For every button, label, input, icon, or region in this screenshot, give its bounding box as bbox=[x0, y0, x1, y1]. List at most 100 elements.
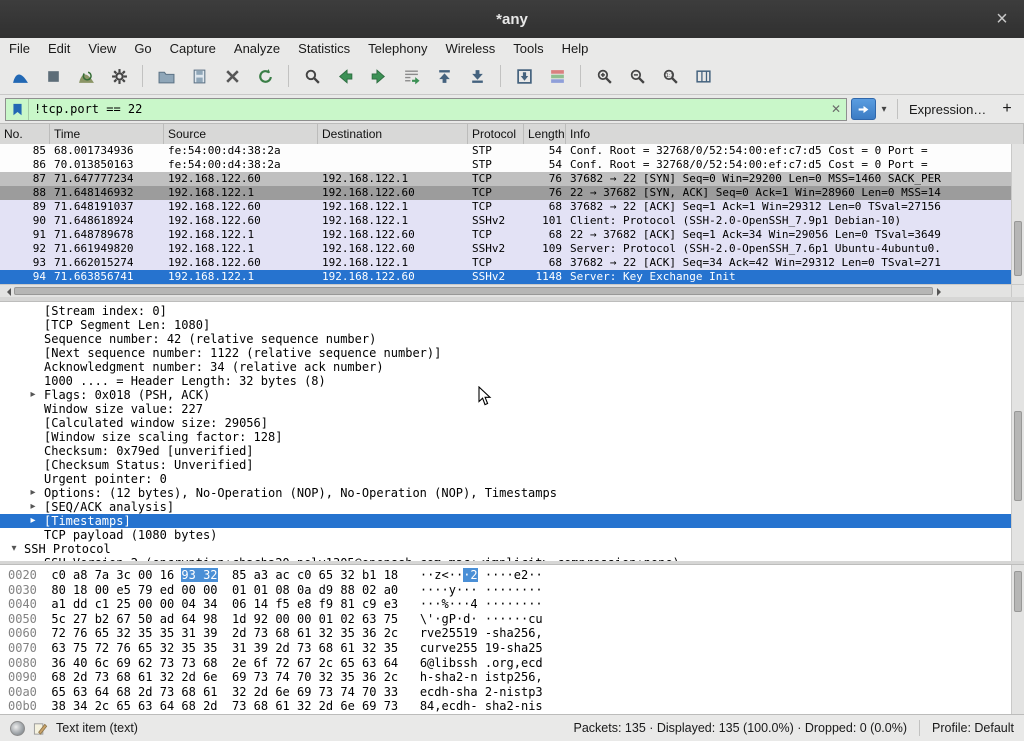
hscrollbar-thumb[interactable] bbox=[14, 287, 933, 295]
packet-row-87[interactable]: 8771.647777234192.168.122.60192.168.122.… bbox=[0, 172, 1011, 186]
expander-collapsed-icon[interactable]: ▸ bbox=[27, 514, 39, 528]
expander-collapsed-icon[interactable]: ▸ bbox=[27, 500, 39, 514]
column-header-destination[interactable]: Destination bbox=[318, 124, 468, 144]
scroll-left-icon[interactable] bbox=[3, 288, 11, 296]
colorize-button[interactable] bbox=[545, 64, 569, 88]
hex-row-00b0[interactable]: 00b0 38 34 2c 65 63 64 68 2d 73 68 61 32… bbox=[8, 699, 1011, 714]
hex-row-0070[interactable]: 0070 63 75 72 76 65 32 35 35 31 39 2d 73… bbox=[8, 641, 1011, 656]
filter-clear-icon[interactable]: ✕ bbox=[826, 102, 846, 116]
detail-line-5[interactable]: 1000 .... = Header Length: 32 bytes (8) bbox=[0, 374, 1011, 388]
column-header-info[interactable]: Info bbox=[566, 124, 1024, 144]
reload-file-button[interactable] bbox=[253, 64, 277, 88]
packet-row-86[interactable]: 8670.013850163fe:54:00:d4:38:2aSTP54Conf… bbox=[0, 158, 1011, 172]
expander-collapsed-icon[interactable]: ▸ bbox=[27, 486, 39, 500]
hex-row-0080[interactable]: 0080 36 40 6c 69 62 73 73 68 2e 6f 72 67… bbox=[8, 656, 1011, 671]
detail-line-7[interactable]: Window size value: 227 bbox=[0, 402, 1011, 416]
go-to-packet-button[interactable] bbox=[399, 64, 423, 88]
resize-columns-button[interactable] bbox=[691, 64, 715, 88]
menu-help[interactable]: Help bbox=[553, 38, 598, 58]
packet-row-93[interactable]: 9371.662015274192.168.122.60192.168.122.… bbox=[0, 256, 1011, 270]
packet-row-91[interactable]: 9171.648789678192.168.122.1192.168.122.6… bbox=[0, 228, 1011, 242]
expander-expanded-icon[interactable]: ▾ bbox=[8, 542, 20, 556]
detail-line-17[interactable]: ▾SSH Protocol bbox=[0, 542, 1011, 556]
menu-capture[interactable]: Capture bbox=[161, 38, 225, 58]
detail-line-16[interactable]: TCP payload (1080 bytes) bbox=[0, 528, 1011, 542]
filter-add-button[interactable]: + bbox=[995, 100, 1019, 118]
zoom-in-button[interactable] bbox=[592, 64, 616, 88]
zoom-original-button[interactable]: 1:1 bbox=[658, 64, 682, 88]
hex-row-0090[interactable]: 0090 68 2d 73 68 61 32 2d 6e 69 73 74 70… bbox=[8, 670, 1011, 685]
packet-row-94[interactable]: 9471.663856741192.168.122.1192.168.122.6… bbox=[0, 270, 1011, 284]
detail-line-6[interactable]: ▸Flags: 0x018 (PSH, ACK) bbox=[0, 388, 1011, 402]
hex-row-0060[interactable]: 0060 72 76 65 32 35 35 31 39 2d 73 68 61… bbox=[8, 626, 1011, 641]
filter-field[interactable]: ✕ bbox=[5, 98, 847, 121]
detail-line-4[interactable]: Acknowledgment number: 34 (relative ack … bbox=[0, 360, 1011, 374]
packet-row-92[interactable]: 9271.661949820192.168.122.1192.168.122.6… bbox=[0, 242, 1011, 256]
detail-line-2[interactable]: Sequence number: 42 (relative sequence n… bbox=[0, 332, 1011, 346]
save-file-button[interactable] bbox=[187, 64, 211, 88]
packet-row-88[interactable]: 8871.648146932192.168.122.1192.168.122.6… bbox=[0, 186, 1011, 200]
column-header-length[interactable]: Length bbox=[524, 124, 566, 144]
filter-input[interactable] bbox=[29, 99, 826, 120]
menu-telephony[interactable]: Telephony bbox=[359, 38, 436, 58]
column-header-no[interactable]: No. bbox=[0, 124, 50, 144]
hex-row-0040[interactable]: 0040 a1 dd c1 25 00 00 04 34 06 14 f5 e8… bbox=[8, 597, 1011, 612]
hex-vscrollbar[interactable] bbox=[1011, 565, 1024, 714]
close-file-button[interactable] bbox=[220, 64, 244, 88]
detail-line-9[interactable]: [Window size scaling factor: 128] bbox=[0, 430, 1011, 444]
hex-row-0030[interactable]: 0030 80 18 00 e5 79 ed 00 00 01 01 08 0a… bbox=[8, 583, 1011, 598]
detail-line-1[interactable]: [TCP Segment Len: 1080] bbox=[0, 318, 1011, 332]
menu-wireless[interactable]: Wireless bbox=[436, 38, 504, 58]
go-first-button[interactable] bbox=[432, 64, 456, 88]
capture-comment-icon[interactable] bbox=[33, 721, 48, 736]
find-packet-button[interactable] bbox=[300, 64, 324, 88]
go-last-button[interactable] bbox=[465, 64, 489, 88]
column-header-protocol[interactable]: Protocol bbox=[468, 124, 524, 144]
expander-collapsed-icon[interactable]: ▸ bbox=[27, 388, 39, 402]
profile-button[interactable]: Profile: Default bbox=[932, 721, 1014, 735]
filter-dropdown-caret[interactable]: ▾ bbox=[876, 98, 892, 120]
menu-file[interactable]: File bbox=[0, 38, 39, 58]
vscrollbar-thumb[interactable] bbox=[1014, 571, 1022, 612]
auto-scroll-button[interactable] bbox=[512, 64, 536, 88]
detail-line-14[interactable]: ▸[SEQ/ACK analysis] bbox=[0, 500, 1011, 514]
zoom-out-button[interactable] bbox=[625, 64, 649, 88]
expert-info-icon[interactable] bbox=[10, 721, 25, 736]
menu-analyze[interactable]: Analyze bbox=[225, 38, 289, 58]
packet-list-vscrollbar[interactable] bbox=[1011, 144, 1024, 284]
vscrollbar-thumb[interactable] bbox=[1014, 411, 1022, 501]
capture-options-button[interactable] bbox=[107, 64, 131, 88]
hex-row-0050[interactable]: 0050 5c 27 b2 67 50 ad 64 98 1d 92 00 00… bbox=[8, 612, 1011, 627]
detail-line-12[interactable]: Urgent pointer: 0 bbox=[0, 472, 1011, 486]
vscrollbar-thumb[interactable] bbox=[1014, 221, 1022, 276]
column-header-source[interactable]: Source bbox=[164, 124, 318, 144]
hex-row-0020[interactable]: 0020 c0 a8 7a 3c 00 16 93 32 85 a3 ac c0… bbox=[8, 568, 1011, 583]
detail-line-13[interactable]: ▸Options: (12 bytes), No-Operation (NOP)… bbox=[0, 486, 1011, 500]
details-vscrollbar[interactable] bbox=[1011, 302, 1024, 561]
menu-view[interactable]: View bbox=[79, 38, 125, 58]
detail-line-0[interactable]: [Stream index: 0] bbox=[0, 304, 1011, 318]
detail-line-8[interactable]: [Calculated window size: 29056] bbox=[0, 416, 1011, 430]
menu-statistics[interactable]: Statistics bbox=[289, 38, 359, 58]
detail-line-11[interactable]: [Checksum Status: Unverified] bbox=[0, 458, 1011, 472]
detail-line-3[interactable]: [Next sequence number: 1122 (relative se… bbox=[0, 346, 1011, 360]
menu-tools[interactable]: Tools bbox=[504, 38, 552, 58]
go-forward-button[interactable] bbox=[366, 64, 390, 88]
stop-capture-button[interactable] bbox=[41, 64, 65, 88]
open-file-button[interactable] bbox=[154, 64, 178, 88]
packet-row-85[interactable]: 8568.001734936fe:54:00:d4:38:2aSTP54Conf… bbox=[0, 144, 1011, 158]
menu-edit[interactable]: Edit bbox=[39, 38, 79, 58]
restart-capture-button[interactable] bbox=[74, 64, 98, 88]
menu-go[interactable]: Go bbox=[125, 38, 160, 58]
hex-row-00a0[interactable]: 00a0 65 63 64 68 2d 73 68 61 32 2d 6e 69… bbox=[8, 685, 1011, 700]
packet-row-90[interactable]: 9071.648618924192.168.122.60192.168.122.… bbox=[0, 214, 1011, 228]
filter-expression-button[interactable]: Expression… bbox=[903, 102, 992, 117]
packet-row-89[interactable]: 8971.648191037192.168.122.60192.168.122.… bbox=[0, 200, 1011, 214]
filter-bookmark-icon[interactable] bbox=[6, 99, 29, 120]
window-close-button[interactable]: × bbox=[990, 7, 1014, 31]
start-capture-button[interactable] bbox=[8, 64, 32, 88]
column-header-time[interactable]: Time bbox=[50, 124, 164, 144]
packet-list-hscrollbar[interactable] bbox=[0, 284, 1011, 297]
detail-line-10[interactable]: Checksum: 0x79ed [unverified] bbox=[0, 444, 1011, 458]
detail-line-15[interactable]: ▸[Timestamps] bbox=[0, 514, 1011, 528]
